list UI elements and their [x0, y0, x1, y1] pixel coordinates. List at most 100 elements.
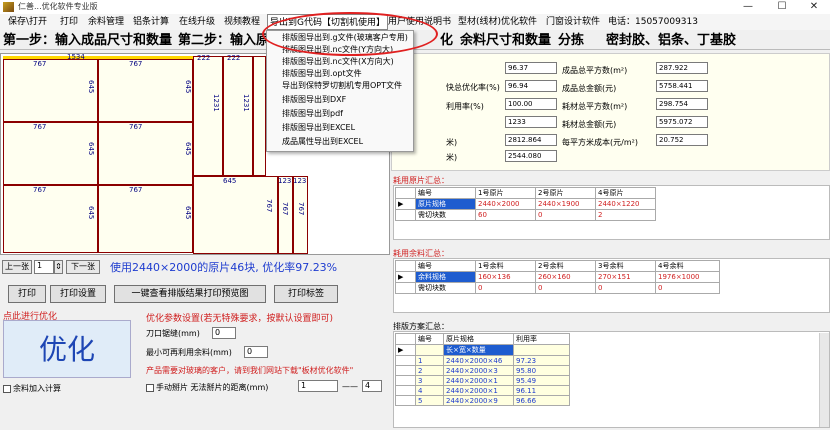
column-header: 1号余料	[475, 260, 536, 272]
piece-height-label: 1231	[212, 94, 220, 112]
column-header: 利用率	[513, 333, 570, 345]
piece[interactable]	[193, 176, 278, 254]
column-header: 编号	[415, 333, 444, 345]
kerf-input[interactable]: 0	[212, 327, 236, 339]
piece-width-label: 767	[129, 60, 143, 68]
column-header: 编号	[415, 187, 476, 199]
stat-label: 成品总金额(元)	[562, 84, 617, 93]
kerf-label: 刀口锯缝(mm)	[146, 329, 200, 338]
page-spinner[interactable]: ⇕	[54, 260, 63, 274]
menu-export-opt[interactable]: 排版图导出到.opt文件	[282, 68, 362, 80]
piece[interactable]	[98, 122, 193, 185]
piece[interactable]	[193, 56, 223, 176]
stat-label: 耗材总平方数(m²)	[562, 102, 628, 111]
piece[interactable]	[98, 59, 193, 122]
piece[interactable]	[3, 122, 98, 185]
piece-width-label: 767	[33, 186, 47, 194]
tab-remain[interactable]: 余料尺寸和数量	[460, 31, 551, 50]
menu-remain-manage[interactable]: 余料管理	[88, 14, 124, 30]
optimize-button[interactable]: 优化	[3, 320, 131, 378]
menu-export-pdf[interactable]: 排版图导出到pdf	[282, 108, 343, 120]
piece-width-label: 767	[33, 60, 47, 68]
menu-export-attr-excel[interactable]: 成品属性导出到EXCEL	[282, 136, 363, 148]
page-number-input[interactable]: 1	[34, 260, 54, 274]
piece-height-label: 645	[184, 80, 192, 94]
menu-door-window[interactable]: 门窗设计软件	[546, 14, 600, 30]
piece-width-label: 222	[197, 54, 211, 62]
piece-height-label: 645	[87, 80, 95, 94]
column-header: 原片规格	[443, 333, 514, 345]
prev-page-button[interactable]: 上一张	[2, 260, 32, 274]
piece[interactable]	[3, 185, 98, 253]
print-preview-button[interactable]: 一键查看排版结果打印预览图	[114, 285, 266, 303]
menu-export-excel[interactable]: 排版图导出到EXCEL	[282, 122, 355, 134]
manual-break-checkbox[interactable]	[146, 384, 154, 392]
table-row: ▶ 原片规格 2440×2000 2440×1900 2440×1220	[395, 198, 656, 210]
software-ad-text: 产品需要对玻璃的客户，请到我们网站下载"板材优化软件"	[146, 366, 354, 375]
tab-sort[interactable]: 分拣	[558, 31, 584, 50]
raw-sheet-table: 编号 1号原片 2号原片 4号原片 ▶ 原片规格 2440×2000 2440×1900 24…	[395, 187, 656, 221]
params-title: 优化参数设置(若无特殊要求，按默认设置即可)	[146, 314, 334, 324]
menu-export-bottero-opt[interactable]: 导出到保特罗切割机专用OPT文件	[282, 80, 402, 92]
piece-width-label: 767	[33, 123, 47, 131]
manual-break-label: 手动掰片 无法掰片的距离(mm)	[156, 383, 269, 392]
remain-checkbox[interactable]	[3, 385, 11, 393]
manual-break-from-input[interactable]: 1	[298, 380, 338, 392]
maximize-icon[interactable]: ☐	[766, 0, 798, 14]
stat-value: 5758.441	[656, 80, 708, 92]
column-header: 编号	[415, 260, 476, 272]
tab-step1[interactable]: 第一步：输入成品尺寸和数量	[3, 31, 172, 50]
title-bar	[0, 0, 830, 14]
menu-profile-optimize[interactable]: 型材(线材)优化软件	[458, 14, 537, 30]
next-page-button[interactable]: 下一张	[66, 260, 100, 274]
print-button[interactable]: 打印	[8, 285, 46, 303]
stat-label: 利用率(%)	[446, 102, 484, 111]
menu-export-dxf[interactable]: 排版图导出到DXF	[282, 94, 346, 106]
phone-number: 电话：15057009313	[608, 17, 698, 27]
remain-table: 编号 1号余料 2号余料 3号余料 4号余料 ▶ 余料规格 160×136 260×160 27…	[395, 260, 720, 294]
menu-video-tutorial[interactable]: 视频教程	[224, 14, 260, 30]
stat-label: 快总优化率(%)	[446, 83, 500, 92]
table-row: 2 2440×2000×3 95.80	[395, 365, 570, 376]
piece[interactable]	[3, 59, 98, 122]
stat-value: 96.94	[505, 80, 557, 92]
piece-height-label: 645	[87, 206, 95, 220]
stat-value: 1233	[505, 116, 557, 128]
stat-label: 耗材总金额(元)	[562, 120, 617, 129]
table-row: 需切块数 0 0 0 0	[395, 282, 720, 294]
table-row: ▶ 长×宽×数量	[395, 344, 570, 356]
board-usage-info: 使用2440×2000的原片46块, 优化率97.23%	[110, 261, 338, 274]
stat-value: 287.922	[656, 62, 708, 74]
table-row: 5 2440×2000×9 96.66	[395, 395, 570, 406]
piece-width-label: 767	[129, 186, 143, 194]
menu-print[interactable]: 打印	[60, 14, 78, 30]
piece-height-label: 645	[184, 206, 192, 220]
minimize-icon[interactable]: —	[732, 0, 764, 14]
menu-aluminum-calc[interactable]: 铝条计算	[133, 14, 169, 30]
print-label-button[interactable]: 打印标签	[274, 285, 338, 303]
piece-height-label: 767	[297, 202, 305, 216]
menu-export-nc-x[interactable]: 排版图导出到.nc文件(X方向大)	[282, 56, 394, 68]
stat-value: 298.754	[656, 98, 708, 110]
tab-optimize[interactable]: 化	[440, 31, 453, 50]
piece[interactable]	[223, 56, 253, 176]
app-icon	[3, 2, 14, 12]
min-remain-input[interactable]: 0	[244, 346, 268, 358]
plan-scrollbar[interactable]	[819, 333, 829, 427]
plan-table: 编号 原片规格 利用率 ▶ 长×宽×数量 1 2440×2000×46 97.23 2 24…	[395, 333, 570, 406]
stat-label: 米)	[446, 138, 458, 147]
tab-step2[interactable]: 第二步：输入原	[178, 31, 269, 50]
tab-sealant[interactable]: 密封胶、铝条、丁基胶	[606, 31, 736, 50]
menu-online-update[interactable]: 在线升级	[179, 14, 215, 30]
column-header: 2号原片	[535, 187, 596, 199]
close-icon[interactable]: ✕	[798, 0, 830, 14]
print-setup-button[interactable]: 打印设置	[50, 285, 106, 303]
column-header: 3号余料	[595, 260, 656, 272]
piece[interactable]	[98, 185, 193, 253]
manual-break-to-input[interactable]: 4	[362, 380, 382, 392]
menu-save-open[interactable]: 保存\打开	[8, 14, 47, 30]
stat-value: 2544.080	[505, 150, 557, 162]
piece[interactable]	[253, 56, 266, 176]
piece-width-label: 123	[278, 177, 292, 185]
piece-height-label: 645	[184, 142, 192, 156]
